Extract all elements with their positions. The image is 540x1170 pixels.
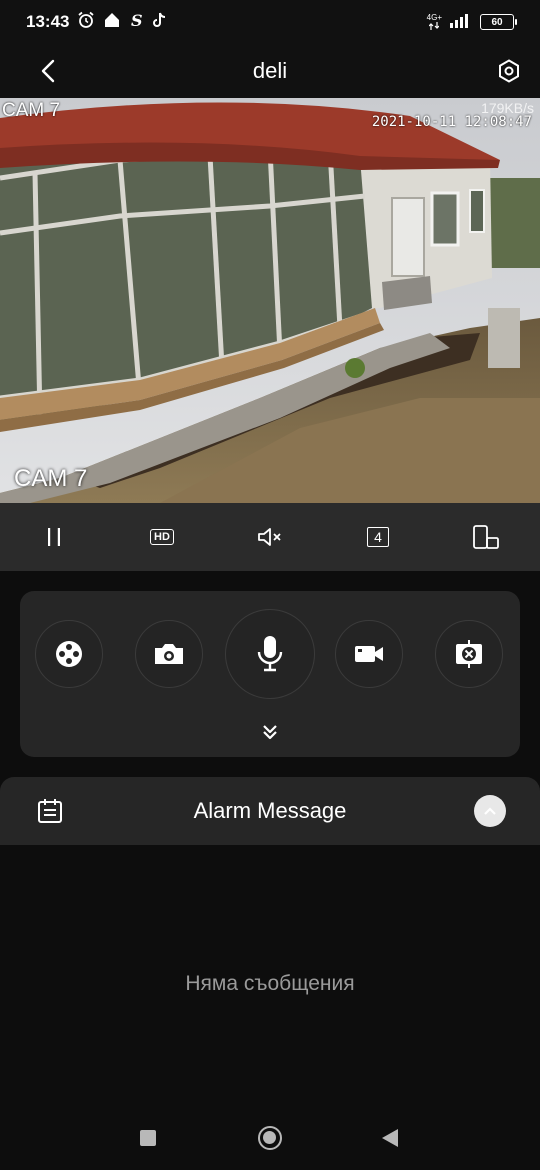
status-bar: 13:43 S 4G+ 60: [0, 0, 540, 44]
signal-icon: [450, 12, 472, 32]
recent-apps-icon[interactable]: [140, 1130, 156, 1146]
alarm-clock-icon: [77, 11, 95, 33]
talk-button[interactable]: [225, 609, 315, 699]
split-screen-button[interactable]: 4: [356, 515, 400, 559]
camera-live-view[interactable]: CAM 7 179KB/s 2021-10-11 12:08:47 CAM 7: [0, 98, 540, 503]
fisheye-button[interactable]: [435, 620, 503, 688]
rotate-device-icon: [473, 525, 499, 549]
tiktok-icon: [151, 11, 167, 33]
rotate-device-button[interactable]: [464, 515, 508, 559]
hd-icon: HD: [150, 529, 174, 545]
action-row: [20, 609, 520, 699]
page-title: deli: [252, 58, 288, 83]
action-panel: [20, 591, 520, 757]
status-system-icons: 4G+ 60: [427, 12, 517, 32]
chevron-left-icon: [41, 59, 55, 83]
chevron-up-icon: [484, 807, 496, 815]
snapshot-camera-icon: [155, 644, 183, 664]
camera-timestamp: 2021-10-11 12:08:47: [371, 114, 532, 130]
empty-alarm-message: Няма съобщения: [185, 972, 355, 995]
hd-button[interactable]: HD: [140, 515, 184, 559]
camera-name-top: CAM 7: [2, 100, 61, 121]
pause-icon: [48, 528, 60, 546]
settings-button[interactable]: [494, 56, 524, 86]
status-notification-icons: S: [77, 11, 167, 33]
battery-level: 60: [491, 16, 503, 28]
collapse-alarm-button[interactable]: [474, 795, 506, 827]
home-icon: [103, 11, 121, 33]
record-video-icon: [355, 646, 383, 662]
system-nav-bar: [0, 1108, 540, 1170]
svg-text:S: S: [131, 11, 143, 29]
split-screen-icon: 4: [367, 527, 389, 547]
network-type: 4G+: [427, 13, 442, 32]
record-button[interactable]: [335, 620, 403, 688]
camera-scene: [0, 98, 540, 503]
mute-button[interactable]: [248, 515, 292, 559]
title-bar: deli: [0, 44, 540, 98]
settings-icon: [499, 59, 519, 83]
ptz-joystick-icon: [56, 641, 82, 667]
player-controls: HD 4: [0, 503, 540, 571]
alarm-title: Alarm Message: [193, 798, 347, 823]
battery-icon: 60: [480, 14, 517, 30]
microphone-icon: [257, 636, 283, 672]
fisheye-icon: [456, 640, 482, 668]
mute-icon: [258, 528, 281, 546]
s-app-icon: S: [129, 11, 143, 33]
double-chevron-down-icon: [263, 725, 277, 740]
ptz-button[interactable]: [35, 620, 103, 688]
expand-actions-button[interactable]: [255, 719, 285, 745]
camera-name-bottom: CAM 7: [14, 465, 88, 492]
calendar-icon[interactable]: [36, 797, 64, 829]
alarm-message-header[interactable]: Alarm Message: [0, 777, 540, 845]
snapshot-button[interactable]: [135, 620, 203, 688]
pause-button[interactable]: [32, 515, 76, 559]
status-time: 13:43: [26, 12, 70, 31]
back-triangle-icon[interactable]: [382, 1129, 398, 1147]
home-circle-icon[interactable]: [258, 1126, 282, 1150]
back-button[interactable]: [34, 56, 64, 86]
